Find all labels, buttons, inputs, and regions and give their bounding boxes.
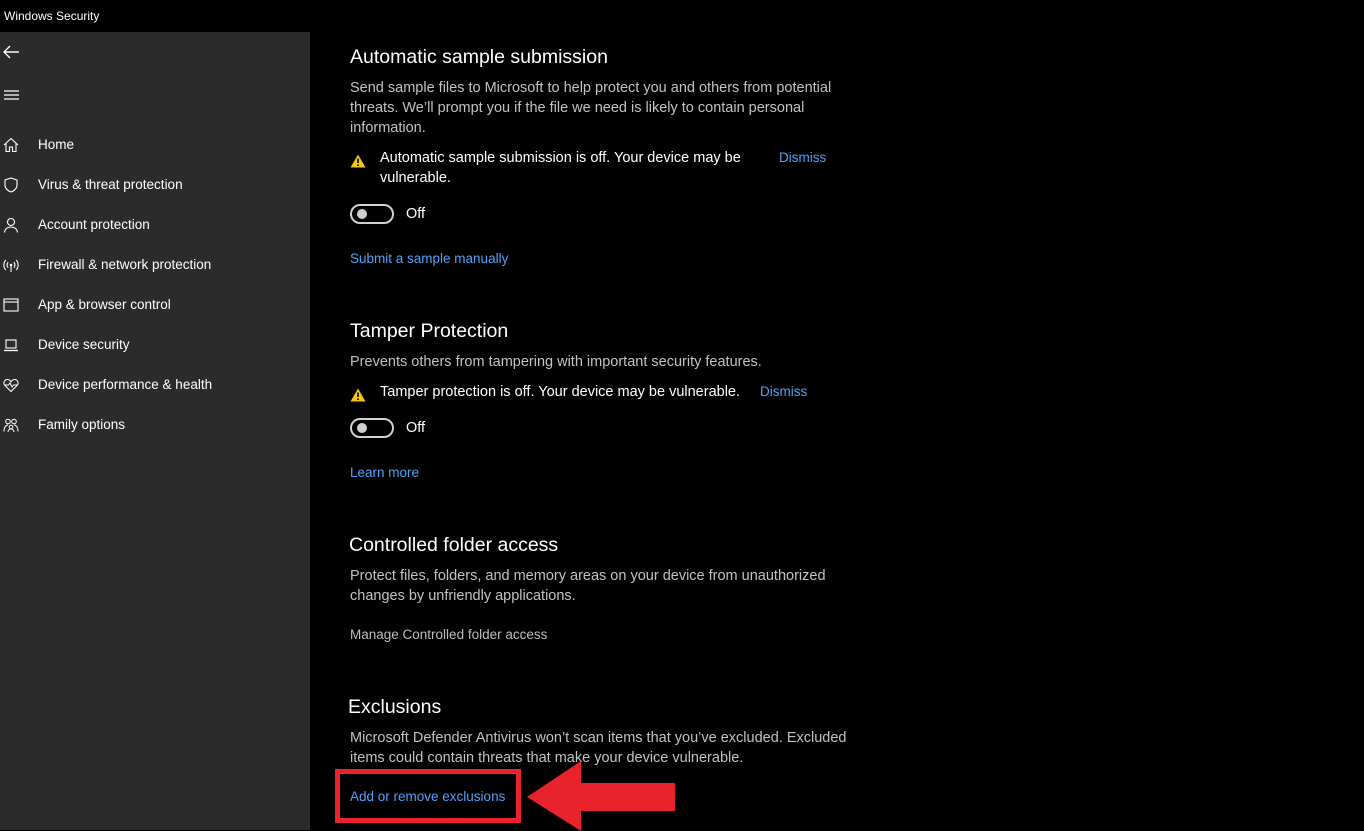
- toggle-knob: [357, 209, 367, 219]
- manage-controlled-folder-access-link[interactable]: Manage Controlled folder access: [350, 627, 547, 642]
- sidebar-item-app-browser-control[interactable]: App & browser control: [0, 285, 310, 325]
- section-title-sample-submission: Automatic sample submission: [350, 46, 608, 68]
- title-bar: Windows Security: [0, 0, 1364, 32]
- warning-icon: [350, 388, 366, 402]
- toggle-state-label: Off: [406, 206, 426, 222]
- section-description: Prevents others from tampering with impo…: [350, 354, 762, 370]
- sidebar-item-home[interactable]: Home: [0, 125, 310, 165]
- section-title-tamper-protection: Tamper Protection: [350, 320, 509, 342]
- family-icon: [3, 418, 19, 433]
- highlight-box-annotation: [335, 769, 521, 823]
- section-title-controlled-folder-access: Controlled folder access: [349, 534, 559, 556]
- sidebar-item-label: Account protection: [38, 217, 150, 232]
- sidebar-item-account-protection[interactable]: Account protection: [0, 205, 310, 245]
- sidebar-item-label: Firewall & network protection: [38, 257, 212, 272]
- sidebar-item-device-performance-health[interactable]: Device performance & health: [0, 365, 310, 405]
- browser-window-icon: [3, 298, 19, 312]
- learn-more-link[interactable]: Learn more: [350, 465, 419, 480]
- menu-button[interactable]: [0, 76, 40, 116]
- warning-text: Automatic sample submission is off. Your…: [380, 150, 741, 186]
- sidebar-item-device-security[interactable]: Device security: [0, 325, 310, 365]
- home-icon: [3, 137, 19, 153]
- sidebar: Home Virus & threat protection Account p…: [0, 32, 310, 830]
- hamburger-menu-icon: [4, 90, 19, 100]
- sidebar-item-label: Device performance & health: [38, 377, 213, 392]
- wireless-antenna-icon: [3, 259, 19, 272]
- window-title: Windows Security: [4, 9, 100, 23]
- dismiss-link[interactable]: Dismiss: [779, 150, 826, 165]
- person-icon: [3, 217, 19, 233]
- tamper-protection-toggle[interactable]: [350, 418, 394, 438]
- submit-sample-manually-link[interactable]: Submit a sample manually: [350, 251, 508, 266]
- sidebar-item-firewall-network-protection[interactable]: Firewall & network protection: [0, 245, 310, 285]
- warning-icon: [350, 154, 366, 168]
- main-content: Automatic sample submission Send sample …: [310, 32, 1364, 831]
- dismiss-link[interactable]: Dismiss: [760, 384, 807, 399]
- shield-icon: [4, 177, 18, 193]
- warning-text: Tamper protection is off. Your device ma…: [380, 384, 741, 400]
- back-arrow-icon: [3, 45, 19, 59]
- heart-pulse-icon: [3, 378, 19, 393]
- sidebar-item-label: Family options: [38, 417, 126, 432]
- section-description: Send sample files to Microsoft to help p…: [350, 80, 832, 136]
- toggle-knob: [357, 423, 367, 433]
- toggle-state-label: Off: [406, 420, 426, 436]
- section-description: Protect files, folders, and memory areas…: [350, 568, 826, 604]
- sidebar-item-virus-threat-protection[interactable]: Virus & threat protection: [0, 165, 310, 205]
- laptop-icon: [4, 339, 18, 352]
- sidebar-item-family-options[interactable]: Family options: [0, 405, 310, 445]
- section-title-exclusions: Exclusions: [348, 696, 442, 718]
- sidebar-item-label: Device security: [38, 337, 130, 352]
- red-arrow-annotation: [527, 761, 675, 831]
- sample-submission-toggle[interactable]: [350, 204, 394, 224]
- sidebar-item-label: Virus & threat protection: [38, 177, 183, 192]
- back-button[interactable]: [0, 32, 40, 72]
- sidebar-item-label: App & browser control: [38, 297, 171, 312]
- sidebar-item-label: Home: [38, 137, 75, 152]
